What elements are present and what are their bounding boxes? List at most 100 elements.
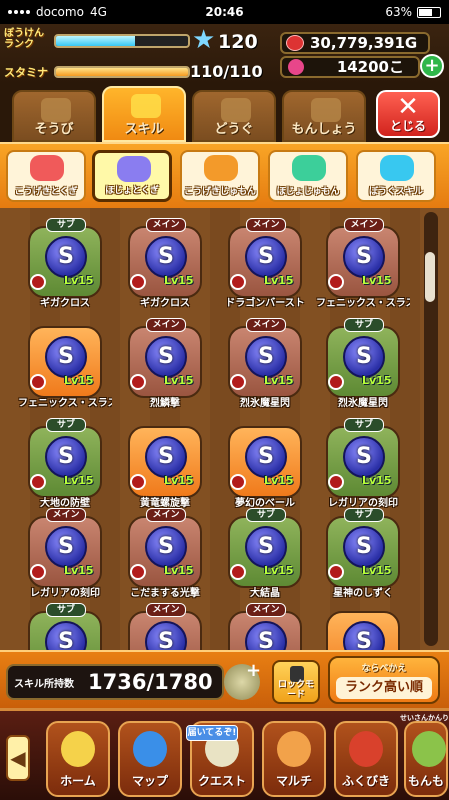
nav-monster[interactable]: もんも	[404, 721, 448, 797]
skill-card[interactable]: メイン S Lv15 烈鱗撃	[124, 318, 206, 409]
gem-display: 14200こ	[280, 56, 420, 78]
clock: 20:46	[205, 5, 244, 19]
scrollbar[interactable]	[424, 212, 438, 646]
skill-slot-tag: メイン	[146, 603, 186, 617]
skill-slot-tag: サブ	[344, 508, 384, 522]
nav-label: クエスト	[197, 774, 246, 788]
nav-home[interactable]: ホーム	[46, 721, 110, 797]
skill-orb-icon: S	[45, 436, 87, 478]
skill-name: 星神のしずく	[333, 588, 393, 599]
skill-card[interactable]: サブ S Lv15 大地の防壁	[24, 418, 106, 509]
subtab-label: こうげきじゅもん	[183, 187, 256, 197]
close-button[interactable]: ✕ とじる	[376, 90, 440, 138]
tab-equipment[interactable]: そうび	[12, 90, 96, 142]
skill-name: 黄竜螺旋撃	[140, 498, 190, 509]
skill-orb-icon: S	[245, 526, 287, 568]
party-icon	[277, 731, 311, 767]
skill-level: Lv15	[164, 474, 194, 487]
skill-card[interactable]: サブ S Lv15 レガリアの刻印	[322, 418, 404, 509]
skill-slot-tag: メイン	[246, 603, 286, 617]
nav-left-arrow-icon[interactable]: ◀	[6, 735, 30, 781]
element-icon	[130, 374, 146, 390]
skill-footer: スキル所持数 1736/1780 + ロックモード ならべかえ ランク高い順	[0, 650, 449, 708]
element-icon	[230, 374, 246, 390]
skill-name: こだまする光撃	[130, 588, 200, 599]
sort-button[interactable]: ならべかえ ランク高い順	[328, 656, 440, 704]
skill-orb-icon: S	[145, 236, 187, 278]
bottom-nav: ◀ ホーム マップ クエスト 届いてるぞ! マルチ ふくびき もんも せいさんか…	[0, 708, 449, 800]
subtab-attack-skill[interactable]: こうげきとくぎ	[6, 150, 86, 202]
skill-card[interactable]: サブ S Lv15 ギガクロス	[24, 218, 106, 309]
stamina-fill	[56, 68, 188, 76]
skill-card[interactable]: メイン S Lv15 ギガクロス	[124, 218, 206, 309]
subtab-label: こうげきとくぎ	[14, 187, 78, 197]
status-bar: docomo 4G 20:46 63%	[0, 0, 449, 24]
gem-icon	[288, 59, 304, 75]
skill-card[interactable]: サブ S Lv15 星神のしずく	[322, 508, 404, 599]
element-icon	[328, 374, 344, 390]
tab-label: もんしょう	[291, 122, 357, 137]
skill-card[interactable]: メイン S Lv15 レガリアの刻印	[24, 508, 106, 599]
rank-progress-fill	[56, 36, 136, 46]
element-icon	[230, 274, 246, 290]
skill-card[interactable]: メイン S	[224, 603, 306, 650]
subtab-support-skill[interactable]: ほじょとくぎ	[92, 150, 172, 202]
element-icon	[130, 274, 146, 290]
add-gems-button[interactable]: +	[420, 54, 444, 78]
skill-card[interactable]: SLv15 フェニックス・スラスト	[18, 318, 112, 409]
nav-lottery[interactable]: ふくびき	[334, 721, 398, 797]
category-tabs: そうび スキル どうぐ もんしょう ✕ とじる	[0, 84, 449, 142]
skill-name: 夢幻のベール	[235, 498, 295, 509]
gold-display: 30,779,391G	[280, 32, 430, 54]
skill-card[interactable]: サブ S Lv15 大結晶	[224, 508, 306, 599]
treasure-chest-icon	[349, 731, 383, 767]
skill-grid[interactable]: サブ S Lv15 ギガクロス メイン S Lv15 ギガクロス メイン S Lv15 ドラゴンバース…	[0, 208, 449, 650]
skill-card[interactable]: S	[322, 603, 404, 650]
skill-card[interactable]: メイン SLv15 フェニックス・スラスト	[316, 218, 410, 309]
globe-icon	[133, 731, 167, 767]
skill-orb-icon: S	[245, 236, 287, 278]
expand-plus-icon[interactable]: +	[246, 660, 261, 681]
skill-card[interactable]: S Lv15 夢幻のベール	[224, 418, 306, 509]
scrollbar-thumb[interactable]	[425, 252, 435, 302]
subtab-attack-spell[interactable]: こうげきじゅもん	[180, 150, 260, 202]
skill-name: レガリアの刻印	[328, 498, 398, 509]
skill-card[interactable]: サブ S Lv15 烈氷魔星閃	[322, 318, 404, 409]
tab-items[interactable]: どうぐ	[192, 90, 276, 142]
skill-card[interactable]: S Lv15 黄竜螺旋撃	[124, 418, 206, 509]
skill-name: 烈鱗撃	[150, 398, 180, 409]
skill-card[interactable]: メイン S	[124, 603, 206, 650]
skill-card[interactable]: メイン S Lv15 ドラゴンバースト	[224, 218, 306, 309]
battery-icon	[416, 6, 441, 18]
subtab-support-spell[interactable]: ほじょじゅもん	[268, 150, 348, 202]
skill-card[interactable]: サブ S	[24, 603, 106, 650]
skill-name: フェニックス・スラスト	[316, 298, 410, 309]
nav-top-note: せいさんかんり	[400, 714, 449, 722]
skill-orb-icon: S	[45, 526, 87, 568]
nav-map[interactable]: マップ	[118, 721, 182, 797]
close-label: とじる	[389, 119, 426, 133]
element-icon	[230, 564, 246, 580]
owned-value: 1736/1780	[88, 670, 213, 694]
element-icon	[328, 474, 344, 490]
skill-slot-tag: サブ	[46, 218, 86, 232]
nav-multi[interactable]: マルチ	[262, 721, 326, 797]
lock-mode-button[interactable]: ロックモード	[272, 660, 320, 704]
element-icon	[130, 564, 146, 580]
skill-name: レガリアの刻印	[30, 588, 100, 599]
element-icon	[30, 374, 46, 390]
skill-level: Lv15	[264, 474, 294, 487]
star-icon: ★	[192, 25, 216, 55]
tab-crests[interactable]: もんしょう	[282, 90, 366, 142]
skill-card[interactable]: メイン S Lv15 烈氷魔星閃	[224, 318, 306, 409]
tab-skills[interactable]: スキル	[102, 86, 186, 142]
skill-name: ギガクロス	[40, 298, 90, 309]
skill-slot-tag: メイン	[146, 218, 186, 232]
subtab-armor-skill[interactable]: ぼうぐスキル	[356, 150, 436, 202]
skill-card[interactable]: メイン S Lv15 こだまする光撃	[124, 508, 206, 599]
support-spell-icon	[292, 155, 326, 181]
skill-name: ギガクロス	[140, 298, 190, 309]
skill-orb-icon: S	[245, 436, 287, 478]
skill-name: 烈氷魔星閃	[338, 398, 388, 409]
skill-orb-icon: S	[145, 436, 187, 478]
